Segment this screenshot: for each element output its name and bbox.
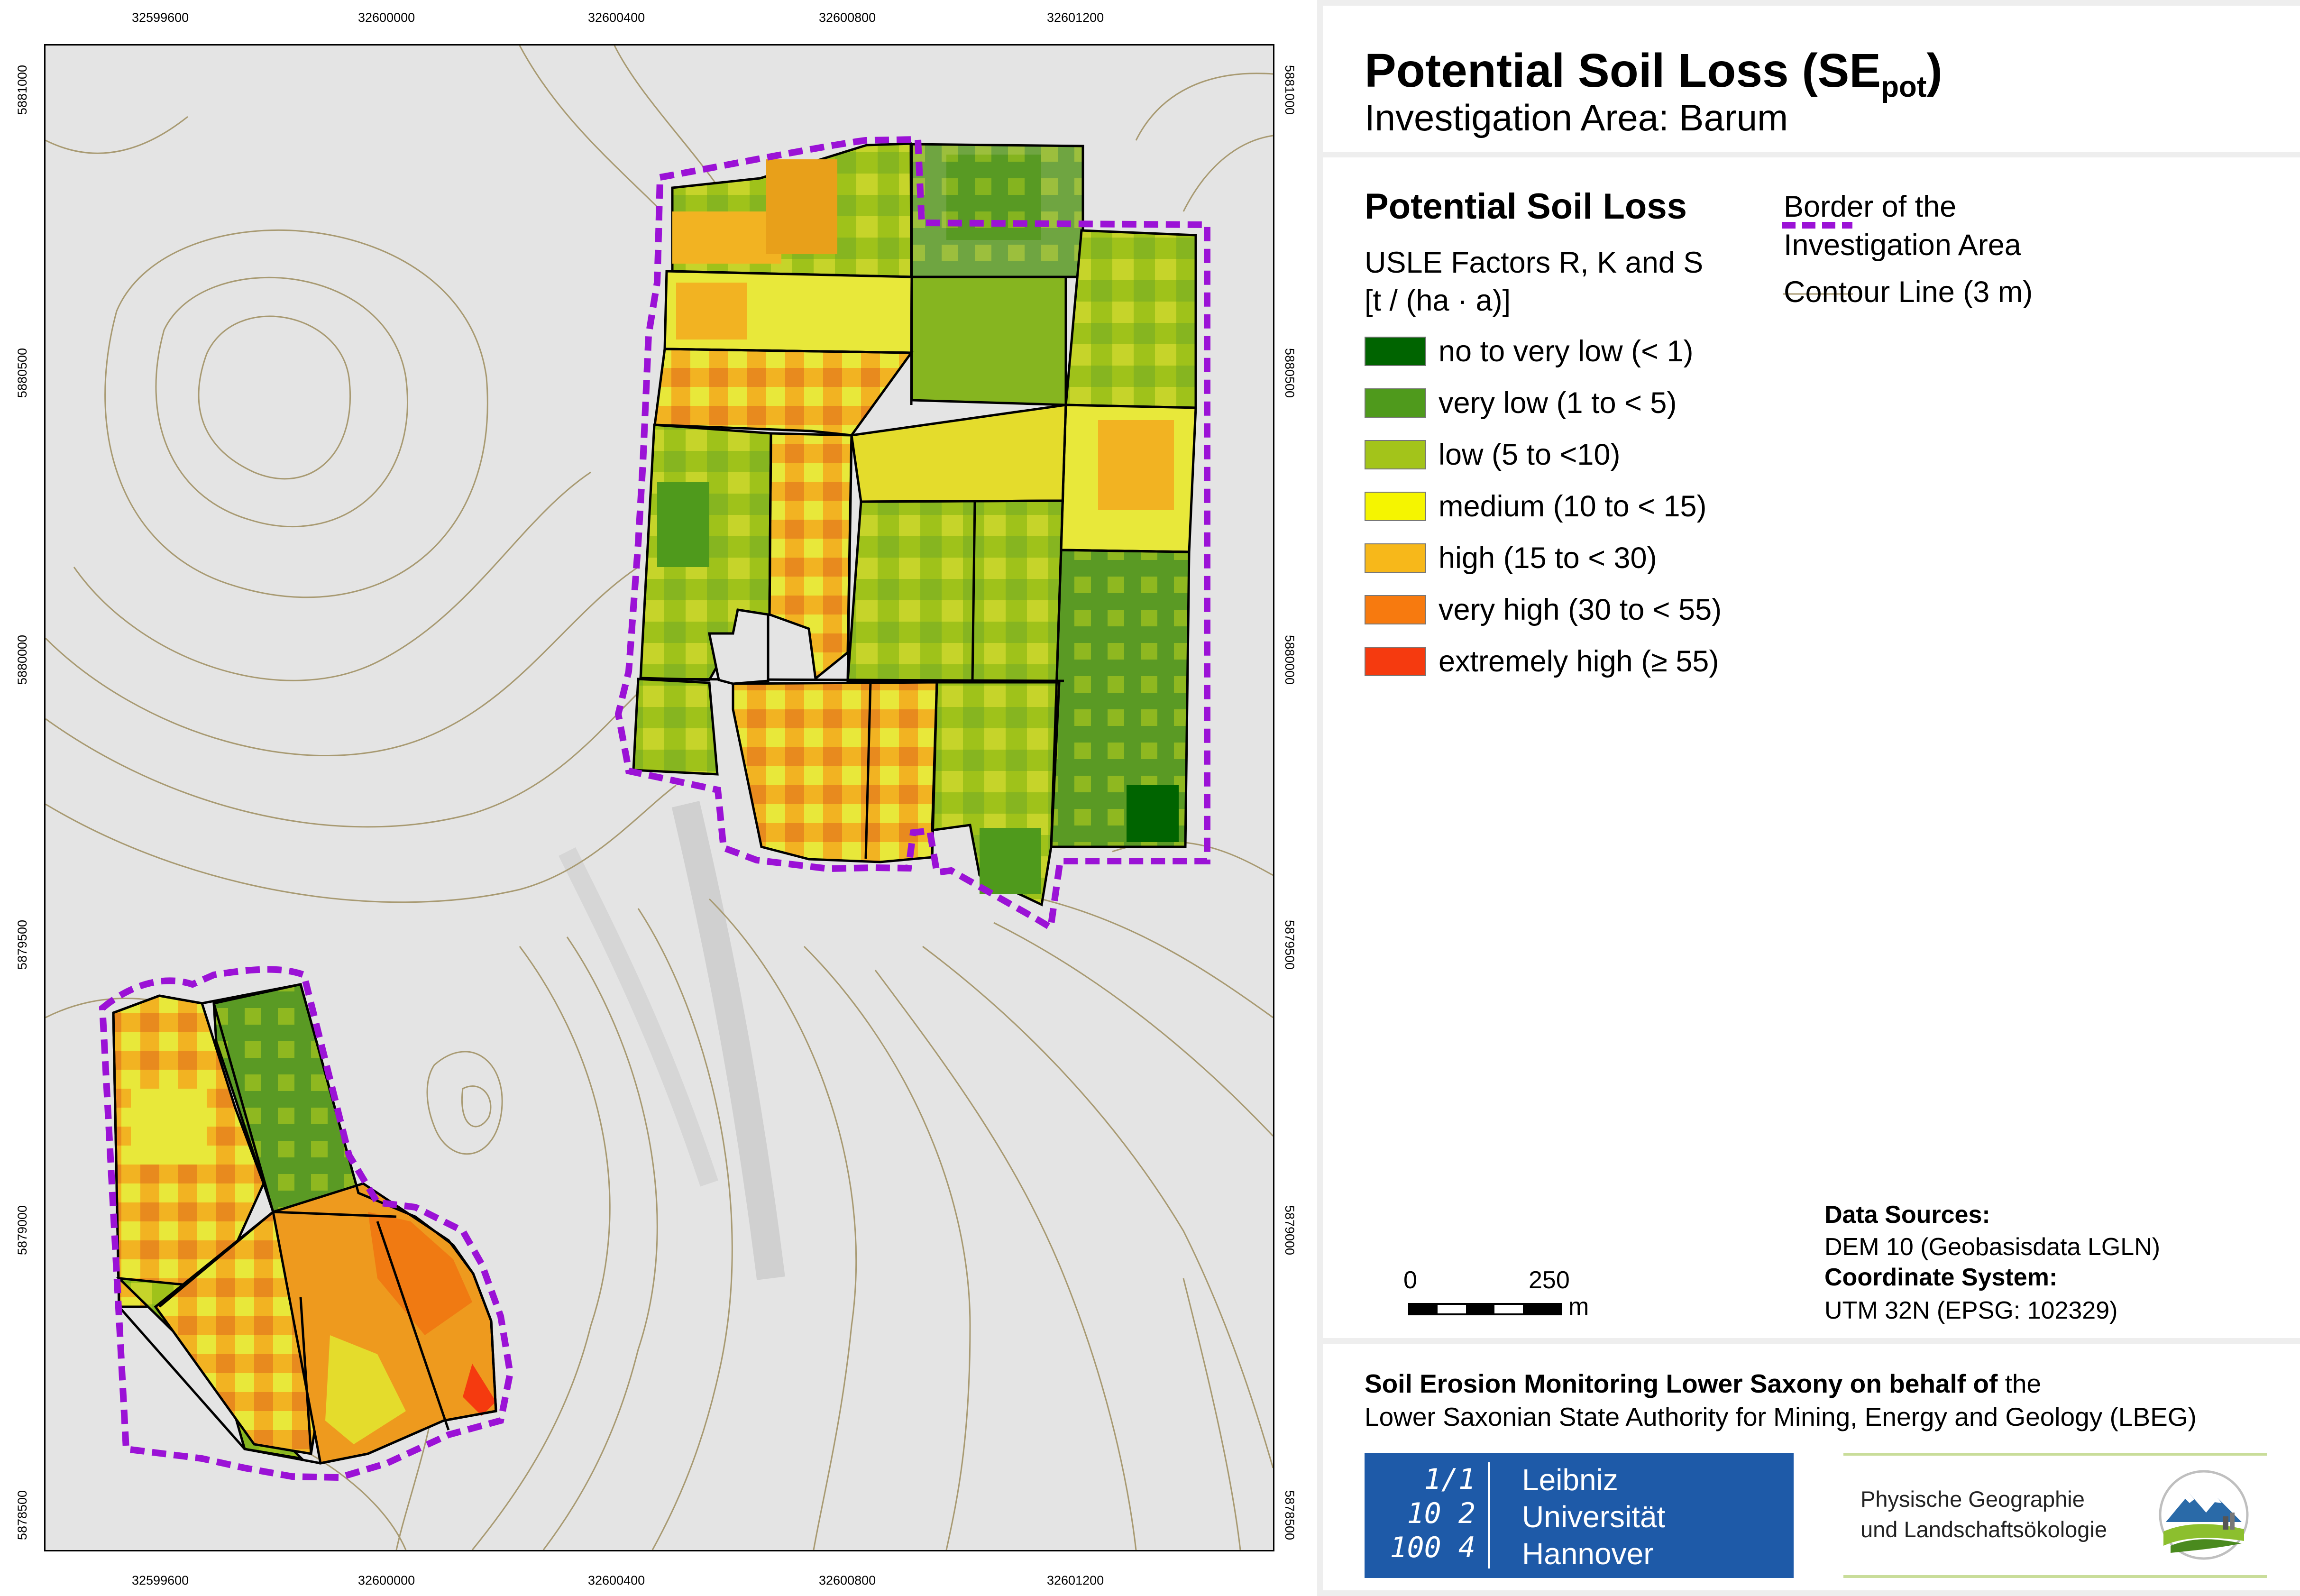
legend-item: very high (30 to < 55) xyxy=(1365,593,1722,626)
y-tick-right-1: 5881000 xyxy=(1283,64,1297,115)
y-tick-left-4: 5879500 xyxy=(15,919,30,970)
luh-logo[interactable]: 1/1 10 2 100 4 Leibniz Universität Hannover xyxy=(1365,1453,1794,1578)
x-tick-bottom-3: 32600400 xyxy=(588,1573,645,1587)
x-tick-top-5: 32601200 xyxy=(1047,10,1104,25)
scalebar-zero: 0 xyxy=(1403,1266,1417,1294)
footer-line-1: Soil Erosion Monitoring Lower Saxony on … xyxy=(1365,1369,2042,1398)
x-tick-bottom-5: 32601200 xyxy=(1047,1573,1104,1587)
luh-mark: 1/1 10 2 100 4 xyxy=(1374,1462,1490,1568)
data-sources-dem: DEM 10 (Geobasisdata LGLN) xyxy=(1824,1233,2161,1261)
border-legend-label: Border of the Investigation Area xyxy=(1784,190,2021,262)
legend-swatch xyxy=(1365,492,1426,521)
y-tick-left-6: 5878500 xyxy=(15,1490,30,1541)
legend-item: very low (1 to < 5) xyxy=(1365,386,1677,420)
x-tick-top-3: 32600400 xyxy=(588,10,645,25)
pg-logo[interactable]: Physische Geographie und Landschaftsökolo… xyxy=(1843,1453,2267,1578)
x-tick-top-2: 32600000 xyxy=(358,10,415,25)
x-tick-bottom-4: 32600800 xyxy=(819,1573,876,1587)
separator-footer xyxy=(1323,1338,2300,1344)
contour-legend-label: Contour Line (3 m) xyxy=(1784,275,2033,309)
crs-value: UTM 32N (EPSG: 102329) xyxy=(1824,1297,2118,1324)
legend-heading: Potential Soil Loss xyxy=(1365,186,1687,227)
legend-swatch xyxy=(1365,595,1426,624)
field-n13 xyxy=(632,678,719,776)
map-frame[interactable] xyxy=(44,44,1274,1551)
y-tick-right-4: 5879500 xyxy=(1283,919,1297,970)
separator-bottom xyxy=(1323,1590,2300,1596)
crs-heading: Coordinate System: xyxy=(1824,1264,2058,1291)
legend-unit: [t / (ha · a)] xyxy=(1365,284,1511,317)
y-tick-right-6: 5878500 xyxy=(1283,1490,1297,1541)
map-canvas xyxy=(46,46,1273,1550)
y-tick-left-3: 5880000 xyxy=(15,634,30,685)
x-tick-top-4: 32600800 xyxy=(819,10,876,25)
scalebar-value: 250 xyxy=(1529,1266,1570,1294)
x-tick-bottom-2: 32600000 xyxy=(358,1573,415,1587)
luh-name: Leibniz Universität Hannover xyxy=(1522,1463,1666,1571)
field-n5 xyxy=(1064,229,1197,409)
pg-name: Physische Geographie und Landschaftsökolo… xyxy=(1860,1486,2108,1542)
y-tick-right-5: 5879000 xyxy=(1283,1205,1297,1256)
page-title: Potential Soil Loss (SEpot) xyxy=(1365,44,1943,103)
legend-item: low (5 to <10) xyxy=(1365,438,1620,471)
page-subtitle: Investigation Area: Barum xyxy=(1365,97,1788,138)
legend-swatch xyxy=(1365,440,1426,469)
mountain-landscape-icon xyxy=(2159,1470,2249,1560)
footer-line-2: Lower Saxonian State Authority for Minin… xyxy=(1365,1402,2197,1431)
field-n2 xyxy=(910,143,1084,278)
legend-factors: USLE Factors R, K and S xyxy=(1365,246,1704,279)
legend-swatch xyxy=(1365,543,1426,573)
x-tick-bottom-1: 32599600 xyxy=(132,1573,189,1587)
legend-item: medium (10 to < 15) xyxy=(1365,490,1707,523)
x-tick-top-1: 32599600 xyxy=(132,10,189,25)
scalebar-unit: m xyxy=(1568,1293,1589,1321)
separator-top xyxy=(1323,0,2300,6)
legend-swatch xyxy=(1365,337,1426,366)
legend-swatch xyxy=(1365,647,1426,676)
scalebar-bar xyxy=(1408,1303,1562,1315)
field-n14 xyxy=(732,681,938,863)
y-tick-right-2: 5880500 xyxy=(1283,348,1297,398)
panel-left-edge xyxy=(1317,0,1323,1596)
field-n10 xyxy=(846,499,1065,682)
y-tick-left-2: 5880500 xyxy=(15,348,30,398)
data-sources-heading: Data Sources: xyxy=(1824,1201,1990,1229)
legend-item: extremely high (≥ 55) xyxy=(1365,645,1719,678)
y-tick-right-3: 5880000 xyxy=(1283,634,1297,685)
legend-item: no to very low (< 1) xyxy=(1365,335,1693,368)
separator-title xyxy=(1323,152,2300,157)
y-tick-left-5: 5879000 xyxy=(15,1205,30,1256)
field-n4 xyxy=(910,275,1067,406)
y-tick-left-1: 5881000 xyxy=(15,64,30,115)
legend-swatch xyxy=(1365,388,1426,418)
legend-item: high (15 to < 30) xyxy=(1365,541,1657,575)
